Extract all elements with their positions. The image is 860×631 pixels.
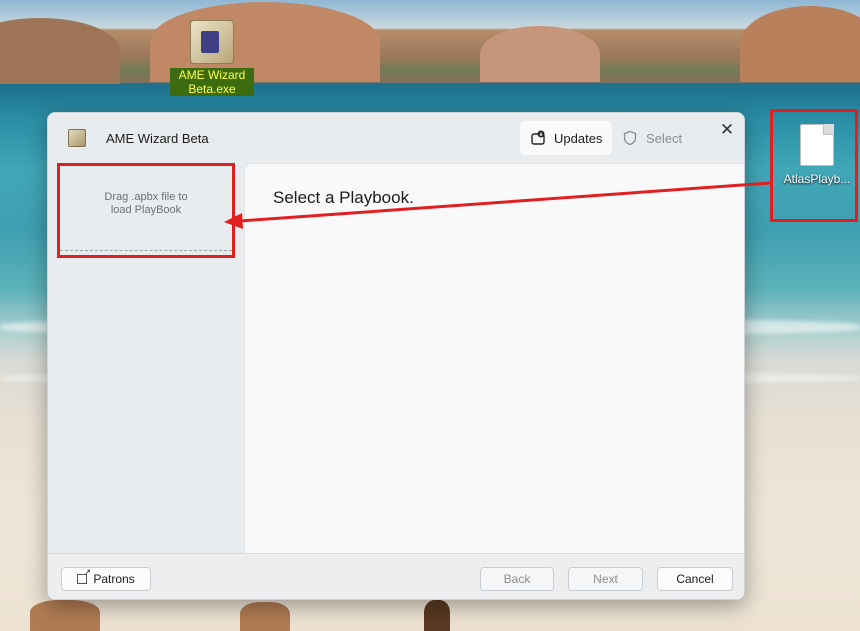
annotation-arrow (224, 181, 771, 229)
